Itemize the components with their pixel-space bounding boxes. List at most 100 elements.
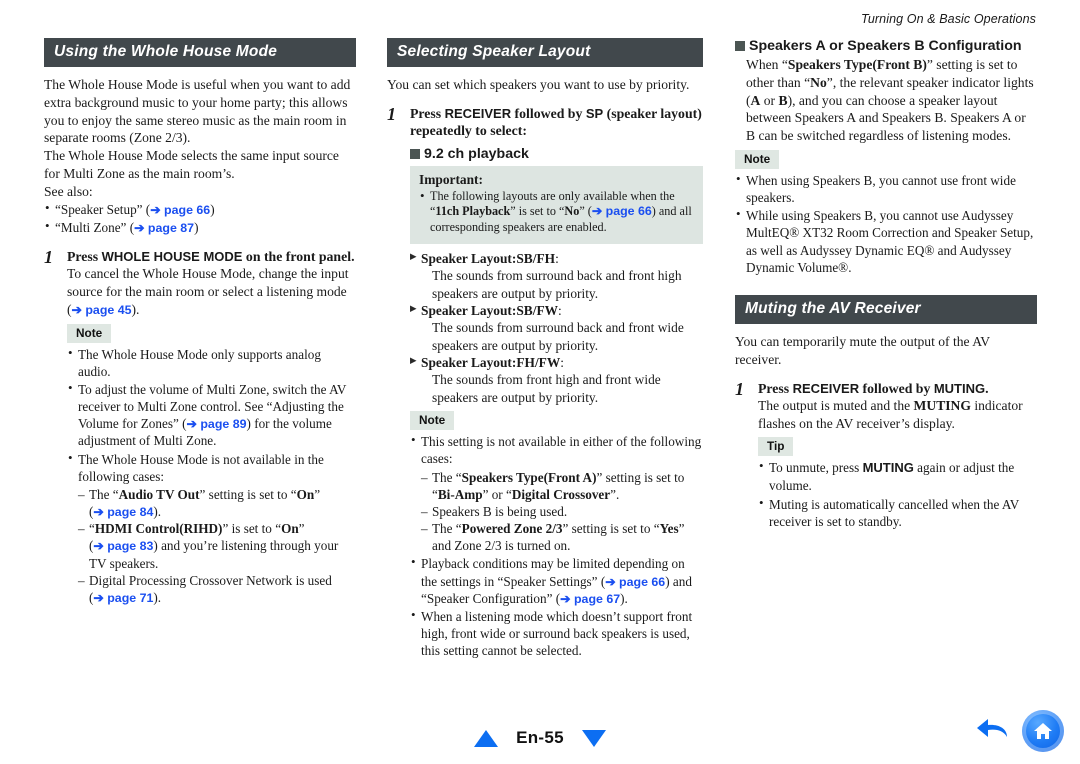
indicator-name: MUTING (913, 397, 971, 413)
list-item: “Speaker Setup” (➔ page 66) (44, 200, 356, 218)
button-name-receiver: RECEIVER (792, 380, 860, 396)
speakers-configuration-heading: Speakers A or Speakers B Configuration (735, 38, 1037, 54)
see-also-label: See also: (44, 183, 93, 199)
body-text: ), and you can choose a speaker layout b… (746, 92, 1026, 144)
sub-text: ). (153, 504, 162, 520)
sub-text: The “ (432, 521, 462, 537)
sub-text: ” is set to “ (222, 521, 282, 537)
tip-list: To unmute, press MUTING again or adjust … (758, 458, 1037, 530)
layout-option-title: Speaker Layout:SB/FW: (410, 302, 703, 319)
layout-option: Speaker Layout:SB/FW: The sounds from su… (410, 302, 703, 354)
note-badge: Note (735, 149, 780, 169)
page-link[interactable]: ➔ page 89 (187, 417, 247, 431)
page-link[interactable]: ➔ page 84 (93, 505, 153, 519)
page-link[interactable]: ➔ page 83 (93, 539, 153, 553)
step-number: 1 (735, 378, 744, 399)
running-header: Turning On & Basic Operations (861, 12, 1036, 26)
page-link[interactable]: ➔ page 45 (72, 303, 132, 317)
note-list: When using Speakers B, you cannot use fr… (735, 171, 1037, 276)
list-item: The following layouts are only available… (419, 188, 694, 236)
button-name: WHOLE HOUSE MODE (101, 248, 243, 264)
column-left: Using the Whole House Mode The Whole Hou… (44, 38, 356, 607)
step-heading: Press RECEIVER followed by MUTING. (758, 380, 1037, 397)
page-footer: En-55 (0, 728, 1080, 748)
square-bullet-icon (735, 41, 745, 51)
step-heading-mid: followed by (859, 380, 934, 396)
playback-heading-label: 9.2 ch playback (424, 145, 529, 162)
layout-colon: : (560, 355, 564, 371)
triangle-down-icon[interactable] (581, 729, 606, 747)
sub-text: ” setting is set to “ (562, 521, 660, 537)
page-number: En-55 (516, 728, 564, 747)
sub-text: The “ (432, 469, 462, 485)
setting-name: 11ch Playback (435, 204, 511, 219)
page-link[interactable]: ➔ page 66 (592, 204, 652, 218)
layout-colon: : (555, 251, 559, 267)
setting-value: On (281, 521, 299, 537)
manual-page: Turning On & Basic Operations Using the … (0, 0, 1080, 764)
step-number: 1 (44, 246, 53, 267)
list-item: The “Speakers Type(Front A)” setting is … (421, 469, 703, 503)
step-body: The output is muted and the MUTING indic… (758, 397, 1037, 433)
page-link[interactable]: ➔ page 66 (150, 203, 210, 217)
important-text: ” ( (579, 204, 592, 219)
important-box: Important: The following layouts are onl… (410, 165, 703, 245)
home-button[interactable] (1022, 710, 1064, 752)
setting-value: No (810, 74, 827, 90)
see-also-close: ) (210, 201, 215, 217)
layout-option-desc: The sounds from surround back and front … (432, 268, 682, 301)
tip-badge: Tip (758, 437, 794, 457)
body-text: When “ (746, 57, 788, 72)
page-link[interactable]: ➔ page 71 (93, 591, 153, 605)
page-link[interactable]: ➔ page 67 (560, 592, 620, 606)
step-heading-pre: Press (758, 380, 793, 396)
speakers-configuration-label: Speakers A or Speakers B Configuration (749, 38, 1022, 54)
sub-text: ”. (610, 486, 620, 502)
step-muting: 1 Press RECEIVER followed by MUTING. The… (735, 378, 1037, 530)
list-item: While using Speakers B, you cannot use A… (735, 206, 1037, 276)
note-text: ). (620, 590, 628, 606)
setting-value: No (564, 204, 580, 219)
note-list: This setting is not available in either … (410, 432, 703, 659)
list-item: The Whole House Mode is not available in… (67, 450, 356, 606)
step-body: To cancel the Whole House Mode, change t… (67, 265, 356, 318)
navigation-icons (974, 710, 1064, 752)
setting-name: HDMI Control(RIHD) (94, 521, 223, 537)
layout-option-title: Speaker Layout:SB/FH: (410, 250, 703, 267)
note-sublist: The “Audio TV Out” setting is set to “On… (78, 486, 356, 606)
setting-name: Speakers Type(Front B) (787, 57, 927, 72)
note-sublist: The “Speakers Type(Front A)” setting is … (421, 469, 703, 555)
sub-text: The “ (89, 486, 119, 502)
list-item: Digital Processing Crossover Network is … (78, 572, 356, 606)
setting-value: On (296, 486, 315, 502)
list-item: “HDMI Control(RIHD)” is set to “On” (➔ p… (78, 520, 356, 571)
layout-option-desc: The sounds from surround back and front … (432, 320, 684, 353)
home-icon (1034, 723, 1052, 739)
setting-name: Powered Zone 2/3 (461, 521, 563, 537)
body-text: or (760, 92, 779, 108)
step-body-post: ). (131, 301, 140, 317)
list-item: Playback conditions may be limited depen… (410, 554, 703, 606)
note-list: The Whole House Mode only supports analo… (67, 345, 356, 606)
setting-value: Yes (659, 521, 679, 537)
button-name-receiver: RECEIVER (444, 105, 512, 121)
triangle-up-icon[interactable] (474, 729, 499, 747)
setting-value: Bi-Amp (437, 486, 483, 502)
important-text: ” is set to “ (510, 204, 565, 219)
setting-name: Audio TV Out (118, 486, 200, 502)
setting-value: Digital Crossover (511, 486, 611, 502)
intro-paragraph: You can set which speakers you want to u… (387, 77, 690, 92)
note-badge: Note (67, 323, 112, 343)
back-arrow-icon[interactable] (974, 714, 1014, 748)
square-bullet-icon (410, 148, 420, 159)
note-badge: Note (410, 411, 455, 431)
page-link[interactable]: ➔ page 87 (134, 221, 194, 235)
layout-option: Speaker Layout:SB/FH: The sounds from su… (410, 250, 703, 302)
important-list: The following layouts are only available… (419, 188, 694, 236)
intro-paragraph-1: The Whole House Mode is useful when you … (44, 77, 351, 146)
page-link[interactable]: ➔ page 66 (605, 575, 665, 589)
layout-option-title: Speaker Layout:FH/FW: (410, 354, 703, 371)
list-item: Muting is automatically cancelled when t… (758, 495, 1037, 530)
list-item: When a listening mode which doesn’t supp… (410, 607, 703, 659)
sub-text: ” or “ (482, 486, 512, 502)
